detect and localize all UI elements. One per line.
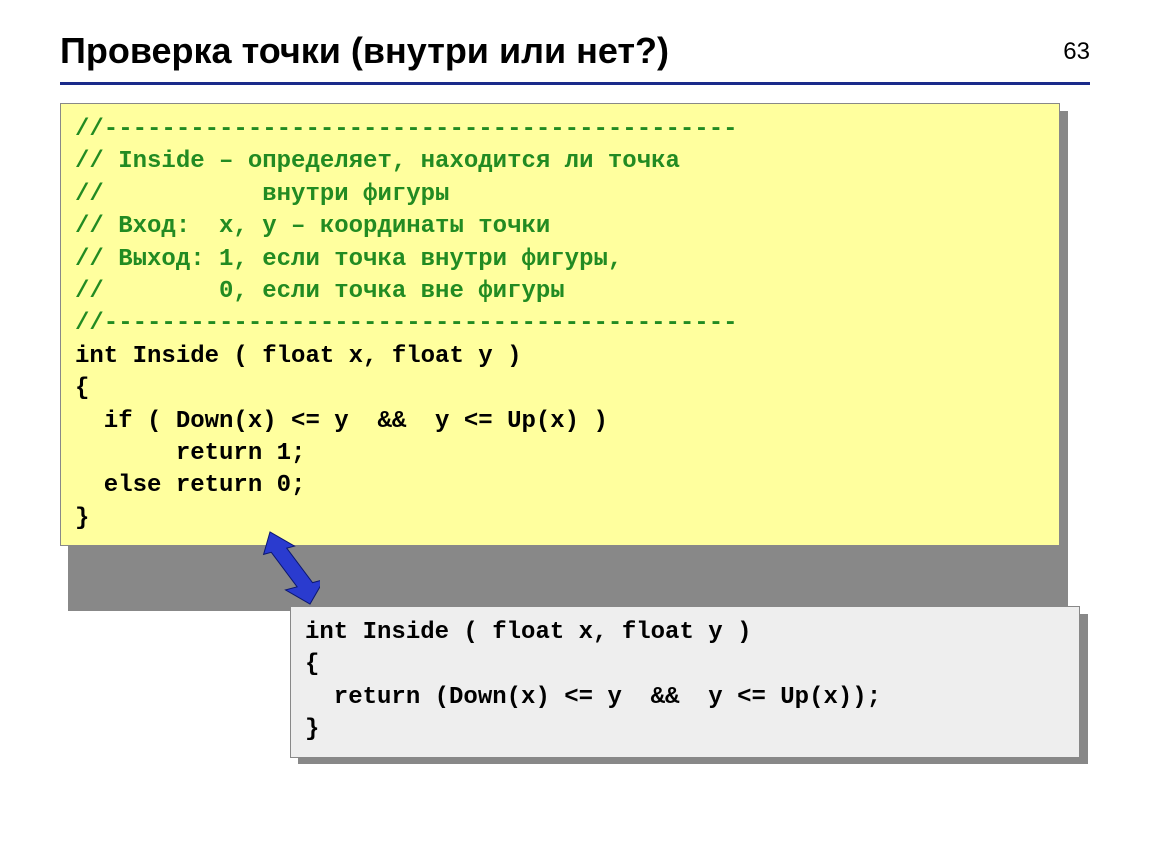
code2-line: return (Down(x) <= y && y <= Up(x)); xyxy=(305,684,881,711)
double-arrow-icon xyxy=(260,528,320,608)
code2-line: int Inside ( float x, float y ) xyxy=(305,619,751,646)
code1-comment-line: //--------------------------------------… xyxy=(75,116,738,143)
code2-line: } xyxy=(305,716,319,743)
code1-line: if ( Down(x) <= y && y <= Up(x) ) xyxy=(75,408,608,435)
code1-line: { xyxy=(75,375,89,402)
code1-comment-line: // Вход: x, y – координаты точки xyxy=(75,213,550,240)
title-rule xyxy=(60,82,1090,85)
page-title: Проверка точки (внутри или нет?) xyxy=(60,30,1090,72)
code1-comment-line: // внутри фигуры xyxy=(75,181,449,208)
code2-line: { xyxy=(305,651,319,678)
code1-line: int Inside ( float x, float y ) xyxy=(75,343,521,370)
code1-comment-line: //--------------------------------------… xyxy=(75,310,738,337)
code1-line: } xyxy=(75,505,89,532)
code1-comment-line: // Выход: 1, если точка внутри фигуры, xyxy=(75,246,622,273)
code-block-2: int Inside ( float x, float y ) { return… xyxy=(290,606,1080,758)
code-block-2-row: int Inside ( float x, float y ) { return… xyxy=(60,606,1090,758)
code-block-1: //--------------------------------------… xyxy=(60,103,1060,546)
code1-comment-line: // Inside – определяет, находится ли точ… xyxy=(75,148,680,175)
code-block-1-wrap: //--------------------------------------… xyxy=(60,103,1090,546)
code1-line: return 1; xyxy=(75,440,305,467)
code1-line: else return 0; xyxy=(75,472,305,499)
code1-comment-line: // 0, если точка вне фигуры xyxy=(75,278,565,305)
code-block-2-wrap: int Inside ( float x, float y ) { return… xyxy=(290,606,1080,758)
arrow-holder xyxy=(60,546,1090,606)
page-number: 63 xyxy=(1063,38,1090,66)
slide: 63 Проверка точки (внутри или нет?) //--… xyxy=(0,0,1150,864)
